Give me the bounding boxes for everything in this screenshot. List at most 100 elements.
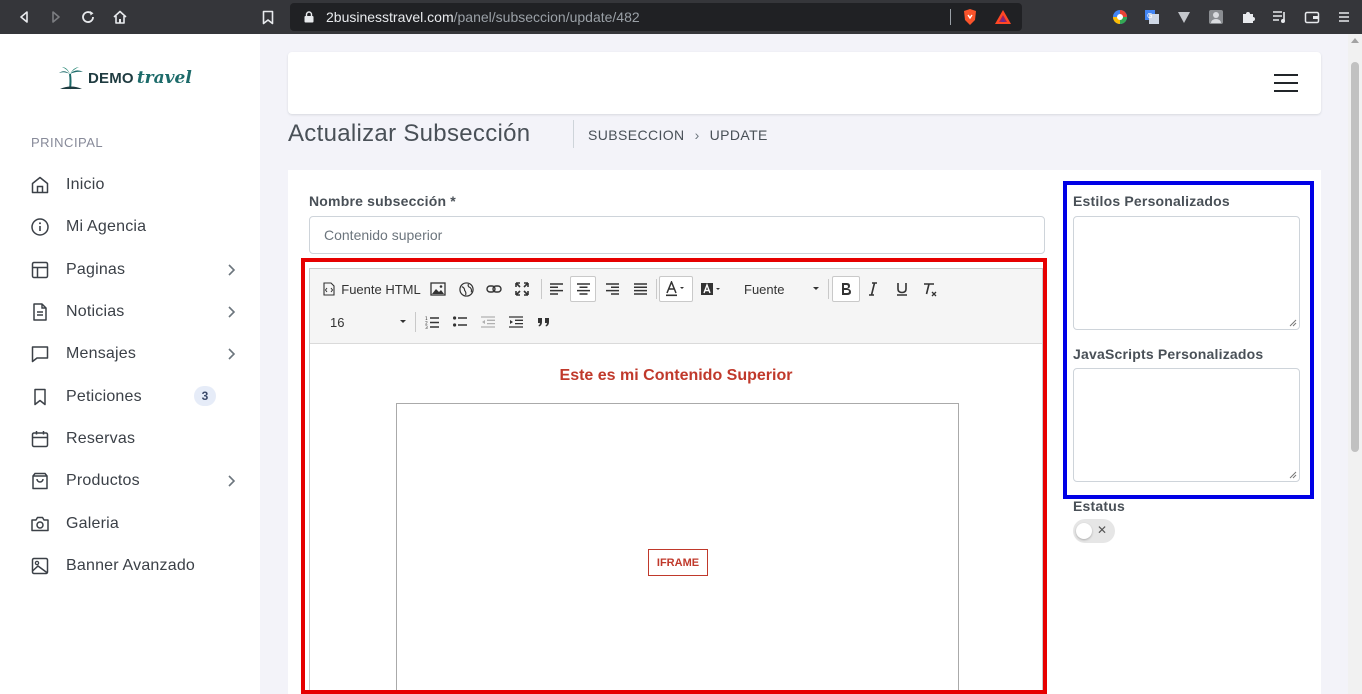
underline-button[interactable] [892,277,912,301]
italic-button[interactable] [863,277,883,301]
sidebar-item-noticias[interactable]: Noticias [0,291,260,333]
custom-scripts-textarea[interactable] [1073,368,1300,482]
dropdown-caret-icon [813,287,819,290]
palm-tree-logo-icon [59,67,83,90]
peticiones-count-badge: 3 [194,386,216,407]
italic-icon [869,282,877,296]
sidebar-item-productos[interactable]: Productos [0,460,260,502]
align-left-icon [549,283,563,295]
clear-format-button[interactable] [920,277,940,301]
unordered-list-button[interactable] [450,310,470,334]
align-right-icon [605,283,619,295]
iframe-placeholder[interactable]: IFRAME [396,403,959,694]
media-controls-icon[interactable] [1264,0,1296,34]
file-icon [30,302,50,322]
scrollbar-thumb[interactable] [1351,62,1359,452]
custom-styles-textarea[interactable] [1073,216,1300,330]
sidebar-item-mensajes[interactable]: Mensajes [0,333,260,375]
text-color-icon [666,281,684,297]
back-icon[interactable] [8,0,40,34]
page-scrollbar[interactable] [1348,34,1362,694]
sidebar-item-label: Banner Avanzado [66,556,196,574]
sidebar-item-mi-agencia[interactable]: Mi Agencia [0,206,260,248]
browser-toolbar: 2businesstravel.com/panel/subseccion/upd… [0,0,1362,34]
browser-menu-icon[interactable] [1328,0,1360,34]
svg-text:G: G [1147,12,1152,20]
page-title: Actualizar Subsección [288,120,531,147]
sidebar-item-peticiones[interactable]: Peticiones 3 [0,375,260,417]
font-family-select[interactable]: Fuente [734,277,824,301]
color-picker-extension-icon[interactable] [1104,0,1136,34]
sidebar-item-label: Mi Agencia [66,218,147,236]
indent-button[interactable] [506,310,526,334]
name-label: Nombre subsección * [309,193,456,209]
name-input[interactable]: Contenido superior [309,216,1045,254]
quote-icon [538,318,549,327]
font-size-value: 16 [330,314,345,330]
background-color-button[interactable] [698,277,726,301]
content-heading[interactable]: Este es mi Contenido Superior [310,367,1042,385]
image-insert-icon [430,282,446,296]
sidebar-item-inicio[interactable]: Inicio [0,164,260,206]
ordered-list-button[interactable]: 123 [422,310,442,334]
fullscreen-button[interactable] [512,277,532,301]
link-button[interactable] [484,277,504,301]
ordered-list-icon: 123 [425,316,439,329]
home-browser-icon[interactable] [104,0,136,34]
align-center-button[interactable] [570,276,596,302]
resize-grip-icon[interactable] [1289,471,1297,479]
editor-highlight-frame-bottom [301,690,1047,694]
bookmark-icon [30,387,50,407]
address-bar[interactable]: 2businesstravel.com/panel/subseccion/upd… [290,3,1022,31]
image-button[interactable] [428,277,448,301]
sidebar-item-banner-avanzado[interactable]: Banner Avanzado [0,545,260,587]
logo-travel-text: travel [136,68,192,88]
brand-logo[interactable]: DEMO travel [58,62,192,94]
bold-button[interactable] [832,276,860,302]
vimium-extension-icon[interactable] [1168,0,1200,34]
align-right-button[interactable] [602,277,622,301]
logo-demo-text: DEMO [88,69,134,87]
reload-icon[interactable] [72,0,104,34]
status-label: Estatus [1073,498,1125,514]
font-size-select[interactable]: 16 [322,310,410,334]
puzzle-extensions-icon[interactable] [1232,0,1264,34]
fullscreen-icon [515,282,529,296]
chevron-right-icon [228,264,236,276]
forward-icon[interactable] [40,0,72,34]
sidebar-item-reservas[interactable]: Reservas [0,418,260,460]
status-toggle[interactable]: ✕ [1073,519,1115,543]
chevron-right-icon [228,348,236,360]
shopping-bag-icon [30,471,50,491]
bookmark-page-icon[interactable] [256,0,280,34]
iframe-button[interactable] [456,277,476,301]
bold-icon [842,283,851,295]
brave-rewards-icon[interactable] [994,9,1012,25]
hamburger-menu-icon[interactable] [1274,74,1298,92]
blockquote-button[interactable] [534,310,554,334]
profile-extension-icon[interactable] [1200,0,1232,34]
background-color-icon [701,283,720,295]
align-justify-icon [633,283,647,295]
text-color-button[interactable] [659,276,693,302]
breadcrumb-subseccion[interactable]: SUBSECCION [588,127,685,143]
align-left-button[interactable] [546,277,566,301]
wallet-icon[interactable] [1296,0,1328,34]
clear-format-icon [924,282,937,296]
source-html-button[interactable]: Fuente HTML [322,277,422,301]
image-icon [30,556,50,576]
outdent-button[interactable] [478,310,498,334]
translate-extension-icon[interactable]: G [1136,0,1168,34]
sidebar-item-label: Peticiones [66,387,142,405]
sidebar-item-galeria[interactable]: Galeria [0,502,260,544]
lock-icon [304,11,314,23]
brave-shield-icon[interactable] [962,8,978,26]
extensions-area: G [1104,0,1360,34]
scroll-up-icon[interactable] [1351,38,1359,43]
align-justify-button[interactable] [630,277,650,301]
svg-text:3: 3 [425,325,428,329]
breadcrumb-separator: › [694,127,700,143]
sidebar-item-paginas[interactable]: Paginas [0,249,260,291]
resize-grip-icon[interactable] [1289,319,1297,327]
indent-icon [509,316,523,328]
